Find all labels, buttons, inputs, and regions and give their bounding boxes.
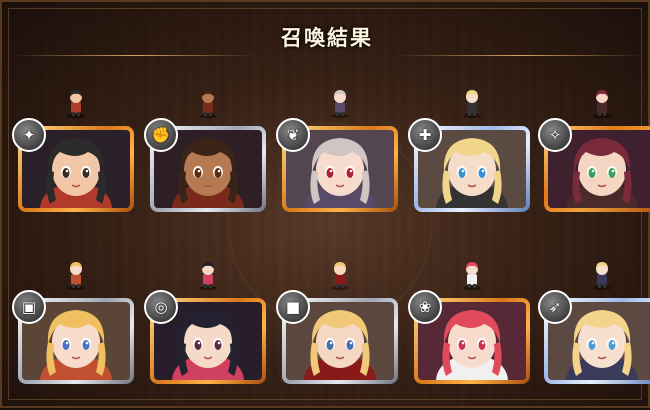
claw-icon: ✦	[12, 118, 46, 152]
summon-result-7[interactable]: ◎	[144, 260, 266, 390]
chibi-sprite	[67, 262, 85, 290]
chibi-sprite	[463, 262, 481, 290]
chibi-sprite	[593, 90, 611, 118]
fist-icon: ✊	[144, 118, 178, 152]
box-icon: ▣	[12, 290, 46, 324]
chibi-sprite	[463, 90, 481, 118]
summon-result-2[interactable]: ✊	[144, 88, 266, 218]
staff-icon: ✧	[538, 118, 572, 152]
chibi-sprite	[199, 262, 217, 290]
ribbon-icon: ❀	[408, 290, 442, 324]
summon-results-panel: 召喚結果 ✦ ✊ ❦ ✚ ✧ ▣ ◎ ■ ❀ ➶	[0, 0, 650, 408]
summon-result-9[interactable]: ❀	[408, 260, 530, 390]
chibi-sprite	[67, 90, 85, 118]
summon-result-5[interactable]: ✧	[538, 88, 650, 218]
summon-result-4[interactable]: ✚	[408, 88, 530, 218]
chibi-sprite	[593, 262, 611, 290]
summon-result-1[interactable]: ✦	[12, 88, 134, 218]
chibi-sprite	[331, 262, 349, 290]
wing-icon: ❦	[276, 118, 310, 152]
summon-result-8[interactable]: ■	[276, 260, 398, 390]
sword-cross-icon: ✚	[408, 118, 442, 152]
summon-result-3[interactable]: ❦	[276, 88, 398, 218]
chibi-sprite	[199, 90, 217, 118]
results-grid: ✦ ✊ ❦ ✚ ✧ ▣ ◎ ■ ❀ ➶	[2, 2, 650, 410]
coin-icon: ◎	[144, 290, 178, 324]
summon-result-10[interactable]: ➶	[538, 260, 650, 390]
chibi-sprite	[331, 90, 349, 118]
cannon-icon: ■	[276, 290, 310, 324]
blade-icon: ➶	[538, 290, 572, 324]
summon-result-6[interactable]: ▣	[12, 260, 134, 390]
